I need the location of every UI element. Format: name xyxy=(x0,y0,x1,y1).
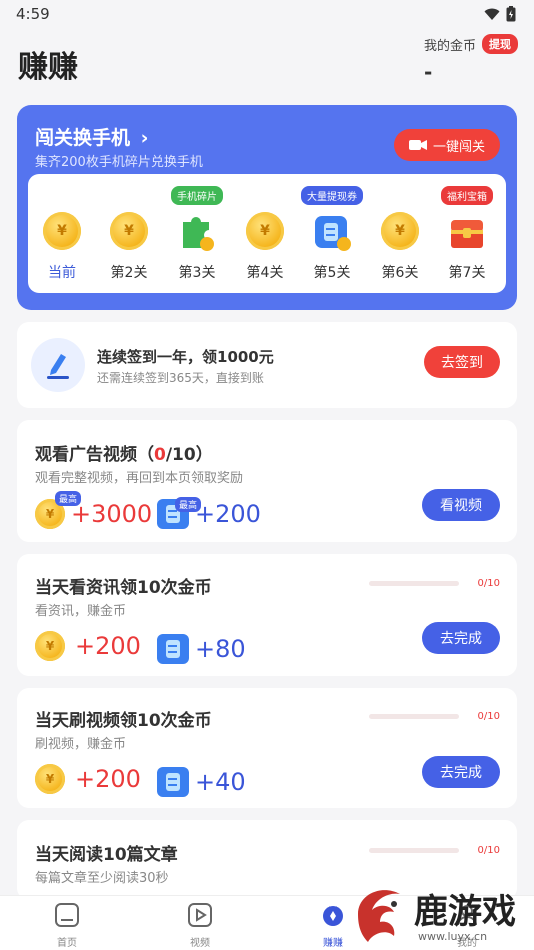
level-tag: 福利宝箱 xyxy=(441,186,493,205)
tab-label: 首页 xyxy=(57,938,77,949)
task-progress-label: 0/10 xyxy=(477,845,500,856)
home-icon xyxy=(55,903,79,927)
earn-icon xyxy=(323,906,343,926)
tab-video[interactable]: 视频 xyxy=(170,902,230,949)
status-bar: 4:59 xyxy=(0,0,534,28)
coin-reward-value: +200 xyxy=(75,765,141,793)
level-item-5[interactable]: 大量提现券 第5关 xyxy=(301,174,363,293)
ticket-reward: +80 xyxy=(157,634,246,664)
coin-reward-value: +200 xyxy=(75,632,141,660)
wifi-icon xyxy=(484,8,500,20)
ticket-reward: +200 xyxy=(157,499,261,529)
task-subtitle: 观看完整视频，再回到本页领取奖励 xyxy=(35,471,244,486)
signin-subtitle: 还需连续签到365天，直接到账 xyxy=(97,371,264,385)
task-subtitle: 看资讯，赚金币 xyxy=(35,604,127,619)
battery-icon xyxy=(506,6,516,22)
signin-button[interactable]: 去签到 xyxy=(424,346,500,378)
coin-icon: ¥ xyxy=(246,212,284,250)
coin-reward: ¥ +200 xyxy=(35,631,141,661)
task-card-news: 当天看资讯领10次金币 看资讯，赚金币 0/10 ¥ +200 +80 去完成 xyxy=(17,554,517,676)
level-item-4[interactable]: ¥ 第4关 xyxy=(240,174,290,293)
hero-title-row[interactable]: 闯关换手机 › xyxy=(35,123,148,150)
chevron-right-icon: › xyxy=(140,127,149,149)
ticket-icon xyxy=(312,212,352,256)
level-label: 第4关 xyxy=(246,265,284,281)
hero-subtitle: 集齐200枚手机碎片兑换手机 xyxy=(35,155,203,170)
my-coins-box: 我的金币 提现 - xyxy=(424,34,518,84)
coin-icon: ¥ xyxy=(35,631,65,661)
deer-logo-icon xyxy=(358,890,400,942)
ticket-reward-value: +40 xyxy=(195,768,246,796)
high-tag: 最高 xyxy=(55,491,82,506)
task-title: 当天刷视频领10次金币 xyxy=(35,711,212,731)
task-card-ad-video: 观看广告视频（0/10） 观看完整视频，再回到本页领取奖励 ¥ +3000 最高… xyxy=(17,420,517,542)
ticket-reward-value: +200 xyxy=(195,500,261,528)
coins-label: 我的金币 xyxy=(423,38,476,54)
level-label: 第3关 xyxy=(178,265,216,281)
levels-panel: ¥ 当前 ¥ 第2关 手机碎片 第3关 ¥ 第4关 大量提现券 第5关 ¥ 第6… xyxy=(28,174,506,293)
puzzle-piece-icon xyxy=(177,212,217,256)
level-item-1[interactable]: ¥ 当前 xyxy=(37,174,87,293)
task-progress-label: 0/10 xyxy=(477,711,500,722)
watermark-url: www.luyx.cn xyxy=(418,930,488,943)
coin-icon: ¥ xyxy=(381,212,419,250)
coin-reward: ¥ +3000 xyxy=(35,499,152,529)
level-item-3[interactable]: 手机碎片 第3关 xyxy=(171,174,223,293)
coin-icon: ¥ xyxy=(110,212,148,250)
hero-title: 闯关换手机 xyxy=(35,127,131,149)
one-click-challenge-label: 一键闯关 xyxy=(432,139,485,155)
ticket-reward-value: +80 xyxy=(195,635,246,663)
coin-reward-value: +3000 xyxy=(71,500,153,528)
withdraw-button[interactable]: 提现 xyxy=(482,34,518,54)
task-title: 当天阅读10篇文章 xyxy=(35,845,178,865)
watermark: 鹿游戏 www.luyx.cn xyxy=(350,880,534,950)
task-progress-bar xyxy=(369,581,459,586)
task-subtitle: 刷视频，赚金币 xyxy=(35,737,127,752)
watermark-text: 鹿游戏 xyxy=(414,892,516,932)
treasure-chest-icon xyxy=(447,212,487,256)
level-item-7[interactable]: 福利宝箱 第7关 xyxy=(441,174,493,293)
task-progress-label: 0/10 xyxy=(477,578,500,589)
header: 赚赚 我的金币 提现 - xyxy=(0,28,534,106)
level-label: 当前 xyxy=(48,265,76,281)
watch-video-button[interactable]: 看视频 xyxy=(422,489,500,521)
signin-card: 连续签到一年，领1000元 还需连续签到365天，直接到账 去签到 xyxy=(17,322,517,408)
level-item-6[interactable]: ¥ 第6关 xyxy=(375,174,425,293)
level-tag: 大量提现券 xyxy=(301,186,363,205)
status-time: 4:59 xyxy=(16,5,50,23)
coins-value: - xyxy=(423,60,433,84)
task-progress-done: 0 xyxy=(154,445,166,465)
ticket-icon xyxy=(157,634,189,664)
complete-button[interactable]: 去完成 xyxy=(422,622,500,654)
status-icons xyxy=(484,6,516,22)
signin-title: 连续签到一年，领1000元 xyxy=(97,348,274,366)
tab-home[interactable]: 首页 xyxy=(37,902,97,949)
complete-button[interactable]: 去完成 xyxy=(422,756,500,788)
task-progress-bar xyxy=(369,848,459,853)
level-label: 第2关 xyxy=(110,265,148,281)
one-click-challenge-button[interactable]: 一键闯关 xyxy=(394,129,500,161)
video-icon xyxy=(188,903,212,927)
task-subtitle: 每篇文章至少阅读30秒 xyxy=(35,871,169,886)
ticket-reward: +40 xyxy=(157,767,246,797)
coin-icon: ¥ xyxy=(35,764,65,794)
coin-icon: ¥ xyxy=(43,212,81,250)
level-challenge-card: 闯关换手机 › 集齐200枚手机碎片兑换手机 一键闯关 ¥ 当前 ¥ 第2关 手… xyxy=(17,105,517,310)
level-tag: 手机碎片 xyxy=(171,186,223,205)
level-label: 第5关 xyxy=(313,265,351,281)
ticket-icon xyxy=(157,767,189,797)
tab-label: 视频 xyxy=(190,938,210,949)
task-title: 当天看资讯领10次金币 xyxy=(35,578,212,598)
page-title: 赚赚 xyxy=(18,50,78,85)
level-label: 第6关 xyxy=(381,265,419,281)
pencil-icon xyxy=(31,338,85,392)
task-title: 观看广告视频（0/10） xyxy=(35,445,213,465)
task-progress-bar xyxy=(369,714,459,719)
video-camera-icon xyxy=(408,140,427,150)
high-tag: 最高 xyxy=(175,497,202,512)
level-label: 第7关 xyxy=(448,265,486,281)
task-card-videos: 当天刷视频领10次金币 刷视频，赚金币 0/10 ¥ +200 +40 去完成 xyxy=(17,688,517,808)
level-item-2[interactable]: ¥ 第2关 xyxy=(104,174,154,293)
coin-reward: ¥ +200 xyxy=(35,764,141,794)
